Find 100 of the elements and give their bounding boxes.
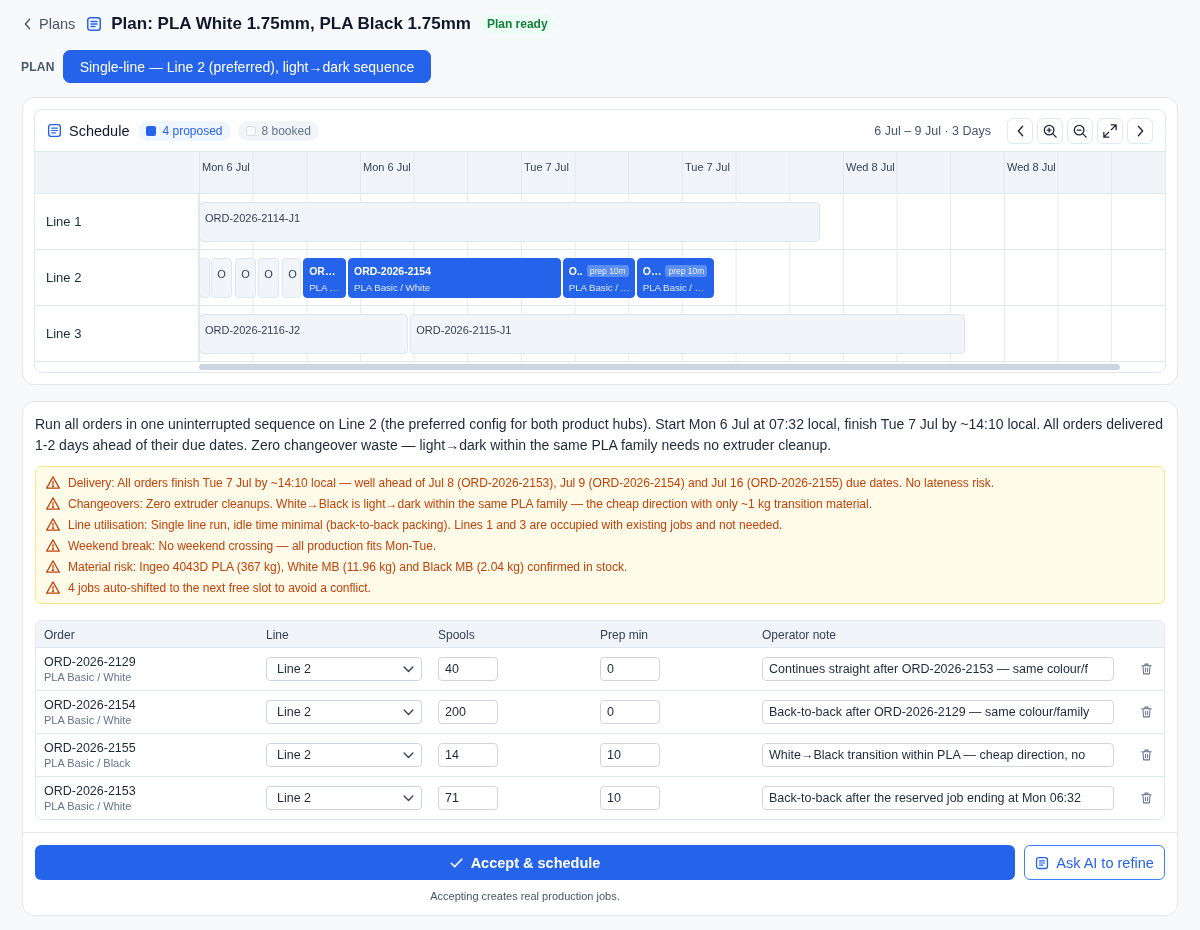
booked-job-bar[interactable]: O: [235, 258, 257, 298]
chevron-down-icon: [403, 794, 414, 802]
job-title: ORD-2026-2114-J1: [205, 212, 301, 224]
warning-icon: [46, 581, 60, 594]
job-product: PLA …: [309, 282, 340, 293]
job-title: OR…: [309, 264, 336, 277]
booked-job-bar[interactable]: ORD-2026-2114-J1: [199, 202, 820, 242]
scrollbar[interactable]: [199, 364, 1120, 370]
chevron-down-icon: [403, 751, 414, 759]
prep-badge: prep 10m: [586, 264, 629, 277]
chevron-right-icon: [1136, 124, 1144, 137]
line-label: Line 2: [46, 270, 82, 285]
proposed-job-bar[interactable]: OR… PLA …: [303, 258, 347, 298]
warning-icon: [46, 560, 60, 573]
column-header: Order: [44, 628, 75, 642]
line-select[interactable]: Line 2: [266, 657, 422, 681]
footer-note: Accepting creates real production jobs.: [430, 890, 620, 902]
job-title: O: [264, 268, 273, 280]
order-product: PLA Basic / Black: [44, 757, 131, 769]
note-input[interactable]: Continues straight after ORD-2026-2153 — same colour/f: [762, 657, 1114, 681]
order-product: PLA Basic / White: [44, 671, 132, 683]
page-title: Plan: PLA White 1.75mm, PLA Black 1.75mm: [111, 14, 471, 34]
booked-job-bar[interactable]: O: [282, 258, 301, 298]
line-label: Line 3: [46, 326, 82, 341]
order-id: ORD-2026-2153: [44, 784, 136, 798]
trash-icon[interactable]: [1140, 792, 1152, 804]
line-select[interactable]: Line 2: [266, 743, 422, 767]
day-header: Wed 8 Jul: [1007, 161, 1056, 173]
day-header: Mon 6 Jul: [363, 161, 411, 173]
proposed-job-bar[interactable]: ORD-2026-2154 PLA Basic / White: [347, 258, 561, 298]
zoom-in-icon: [1043, 123, 1057, 138]
booked-job-bar[interactable]: O: [258, 258, 280, 298]
date-range: 6 Jul – 9 Jul · 3 Days: [874, 123, 991, 138]
spools-input[interactable]: 14: [438, 743, 498, 767]
day-header: Wed 8 Jul: [846, 161, 895, 173]
job-product: PLA Basic / …: [568, 282, 631, 293]
plan-label: PLAN: [21, 59, 55, 74]
day-header: Mon 6 Jul: [202, 161, 250, 173]
zoom-out-button[interactable]: [1067, 117, 1093, 144]
ask-ai-button[interactable]: Ask AI to refine: [1024, 845, 1165, 880]
column-header: Prep min: [600, 628, 649, 642]
previous-button[interactable]: [1007, 117, 1033, 144]
job-title: O: [217, 268, 226, 280]
document-icon: [1035, 855, 1050, 870]
job-product: PLA Basic / …: [642, 282, 705, 293]
note-input[interactable]: Back-to-back after the reserved job ending at Mon 06:32: [762, 786, 1114, 810]
plan-summary: Run all orders in one uninterrupted sequence on Line 2 (the preferred config for both product hubs). Start Mon 6 Jul at 07:32 local, finish Tue 7 Jul by ~14:10 local. All orders delivered 1-2 days ahead of their due dates. Zero changeover waste — light→dark within the same PLA family needs no extruder cleanup.: [35, 415, 1165, 455]
zoom-in-button[interactable]: [1037, 117, 1063, 144]
warning-text: Delivery: All orders finish Tue 7 Jul by ~14:10 local — well ahead of Jul 8 (ORD-2026-2153), Jul 9 (ORD-2026-2154) and Jul 16 (ORD-2026-2155) due dates. No lateness risk.: [68, 475, 995, 490]
chevron-left-icon: [1016, 124, 1024, 137]
prep-input[interactable]: 10: [600, 743, 660, 767]
trash-icon[interactable]: [1140, 706, 1152, 718]
prep-input[interactable]: 0: [600, 700, 660, 724]
job-title: ORD-2026-2115-J1: [416, 324, 512, 336]
warning-icon: [46, 497, 60, 510]
line-select[interactable]: Line 2: [266, 700, 422, 724]
day-header: Tue 7 Jul: [524, 161, 569, 173]
spools-input[interactable]: 71: [438, 786, 498, 810]
filled-square-icon: [146, 125, 157, 136]
proposed-job-bar[interactable]: O… prep 10m PLA Basic / …: [636, 258, 715, 298]
proposed-job-bar[interactable]: O.. prep 10m PLA Basic / …: [562, 258, 636, 298]
order-id: ORD-2026-2154: [44, 698, 136, 712]
booked-job-bar[interactable]: O: [211, 258, 233, 298]
job-title: O: [241, 268, 250, 280]
warning-text: Changeovers: Zero extruder cleanups. White→Black is light→dark within the same PLA family — the cheap direction with only ~1 kg transition material.: [68, 496, 873, 511]
trash-icon[interactable]: [1140, 663, 1152, 675]
job-title: O..: [568, 264, 583, 277]
day-header: Tue 7 Jul: [685, 161, 730, 173]
booked-job-bar[interactable]: ORD-2026-2116-J2: [199, 314, 408, 354]
prep-input[interactable]: 10: [600, 786, 660, 810]
next-button[interactable]: [1127, 117, 1153, 144]
legend-toggle[interactable]: 8 booked: [237, 120, 319, 141]
note-input[interactable]: Back-to-back after ORD-2026-2129 — same colour/family: [762, 700, 1114, 724]
fullscreen-button[interactable]: [1097, 117, 1123, 144]
spools-input[interactable]: 200: [438, 700, 498, 724]
order-id: ORD-2026-2155: [44, 741, 136, 755]
document-icon: [86, 16, 103, 32]
spools-input[interactable]: 40: [438, 657, 498, 681]
job-title: ORD-2026-2116-J2: [205, 324, 301, 336]
job-title: O: [288, 268, 297, 280]
accept-button[interactable]: Accept & schedule: [35, 845, 1015, 880]
back-link[interactable]: Plans: [24, 16, 76, 32]
legend-toggle[interactable]: 4 proposed: [138, 120, 231, 141]
note-input[interactable]: White→Black transition within PLA — cheap direction, no: [762, 743, 1114, 767]
check-icon: [449, 857, 463, 868]
order-id: ORD-2026-2129: [44, 655, 136, 669]
prep-badge: prep 10m: [665, 264, 708, 277]
document-icon: [47, 123, 62, 138]
warning-text: Line utilisation: Single line run, idle time minimal (back-to-back packing). Lines 1 and 3 are occupied with existing jobs and not needed.: [68, 517, 783, 532]
prep-input[interactable]: 0: [600, 657, 660, 681]
column-header: Spools: [438, 628, 475, 642]
order-product: PLA Basic / White: [44, 714, 132, 726]
line-select[interactable]: Line 2: [266, 786, 422, 810]
schedule-title: Schedule: [69, 122, 130, 139]
booked-job-bar[interactable]: ORD-2026-2115-J1: [410, 314, 965, 354]
order-product: PLA Basic / White: [44, 800, 132, 812]
plan-option[interactable]: Single-line — Line 2 (preferred), light→dark sequence: [62, 50, 432, 83]
warning-text: Weekend break: No weekend crossing — all production fits Mon-Tue.: [68, 538, 437, 553]
warning-icon: [46, 518, 60, 531]
trash-icon[interactable]: [1140, 749, 1152, 761]
